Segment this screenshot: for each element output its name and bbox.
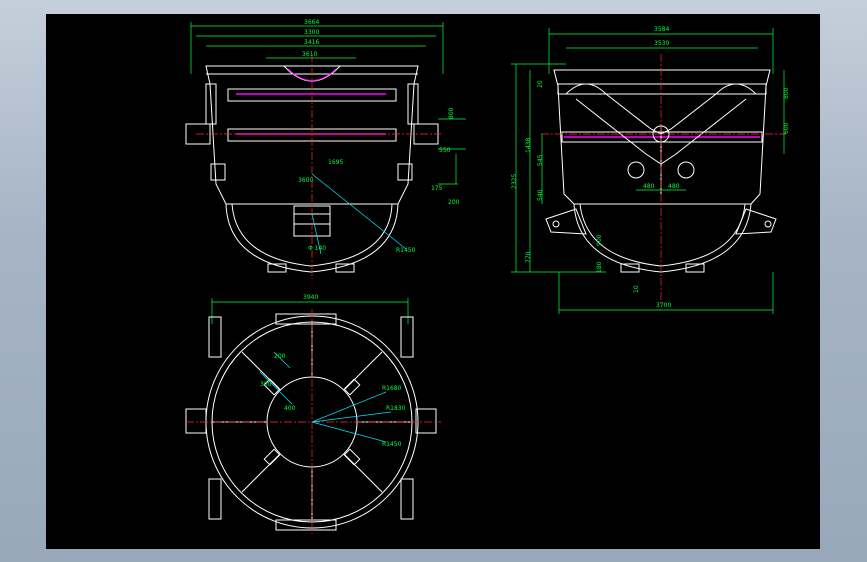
front-top-width: 3610	[302, 51, 317, 58]
side-height-a: 1438	[525, 138, 532, 153]
front-view: 3664 3300 3416 3610 800 550 175 200 3600…	[185, 19, 466, 279]
side-height-d: 770	[525, 251, 532, 263]
side-height-c: 540	[537, 189, 544, 201]
top-view: 3940 R1680 R1830 R1450 200 300 400	[185, 294, 441, 534]
front-hole-diameter: Φ 140	[308, 245, 326, 252]
side-right-1: 800	[783, 87, 790, 99]
top-left-3: 400	[284, 405, 296, 412]
side-height-e: 900	[596, 234, 603, 246]
top-radius-a: R1680	[382, 385, 402, 392]
side-small-3: 10	[633, 285, 640, 293]
side-small-2: 180	[596, 261, 603, 273]
drawing-canvas: .ol { fill:none; stroke:#ffffff; stroke-…	[46, 14, 820, 549]
top-overall-width: 3940	[303, 294, 318, 301]
side-total-height: 2325	[511, 174, 518, 189]
side-overall-width: 3584	[654, 26, 669, 33]
front-right-dim-4: 200	[448, 199, 460, 206]
front-bottom-width: 3600	[298, 177, 313, 184]
side-small-1: 20	[537, 80, 544, 88]
side-view: 3584 3530 2325 1438 545 540 770 900 20 1…	[511, 26, 790, 314]
top-radius-c: R1450	[382, 441, 402, 448]
side-lug-left: 480	[643, 183, 655, 190]
top-left-1: 200	[274, 353, 286, 360]
side-bottom-width: 3700	[656, 302, 671, 309]
side-height-b: 545	[537, 154, 544, 166]
front-right-dim-1: 800	[448, 107, 455, 119]
top-left-2: 300	[260, 381, 272, 388]
front-inner-width: 3300	[304, 29, 319, 36]
front-mid-width: 3416	[304, 39, 319, 46]
front-overall-width: 3664	[304, 19, 319, 26]
front-right-dim-3: 175	[431, 185, 443, 192]
front-right-dim-2: 550	[439, 147, 451, 154]
side-right-2: 600	[783, 122, 790, 134]
side-inner-width: 3530	[654, 40, 669, 47]
ladle-drawing: .ol { fill:none; stroke:#ffffff; stroke-…	[185, 19, 790, 534]
front-bottom-radius: R1450	[396, 247, 416, 254]
top-radius-b: R1830	[386, 405, 406, 412]
front-vertical-center: 1695	[328, 159, 343, 166]
cad-viewer: .ol { fill:none; stroke:#ffffff; stroke-…	[0, 0, 867, 562]
side-lug-right: 480	[668, 183, 680, 190]
